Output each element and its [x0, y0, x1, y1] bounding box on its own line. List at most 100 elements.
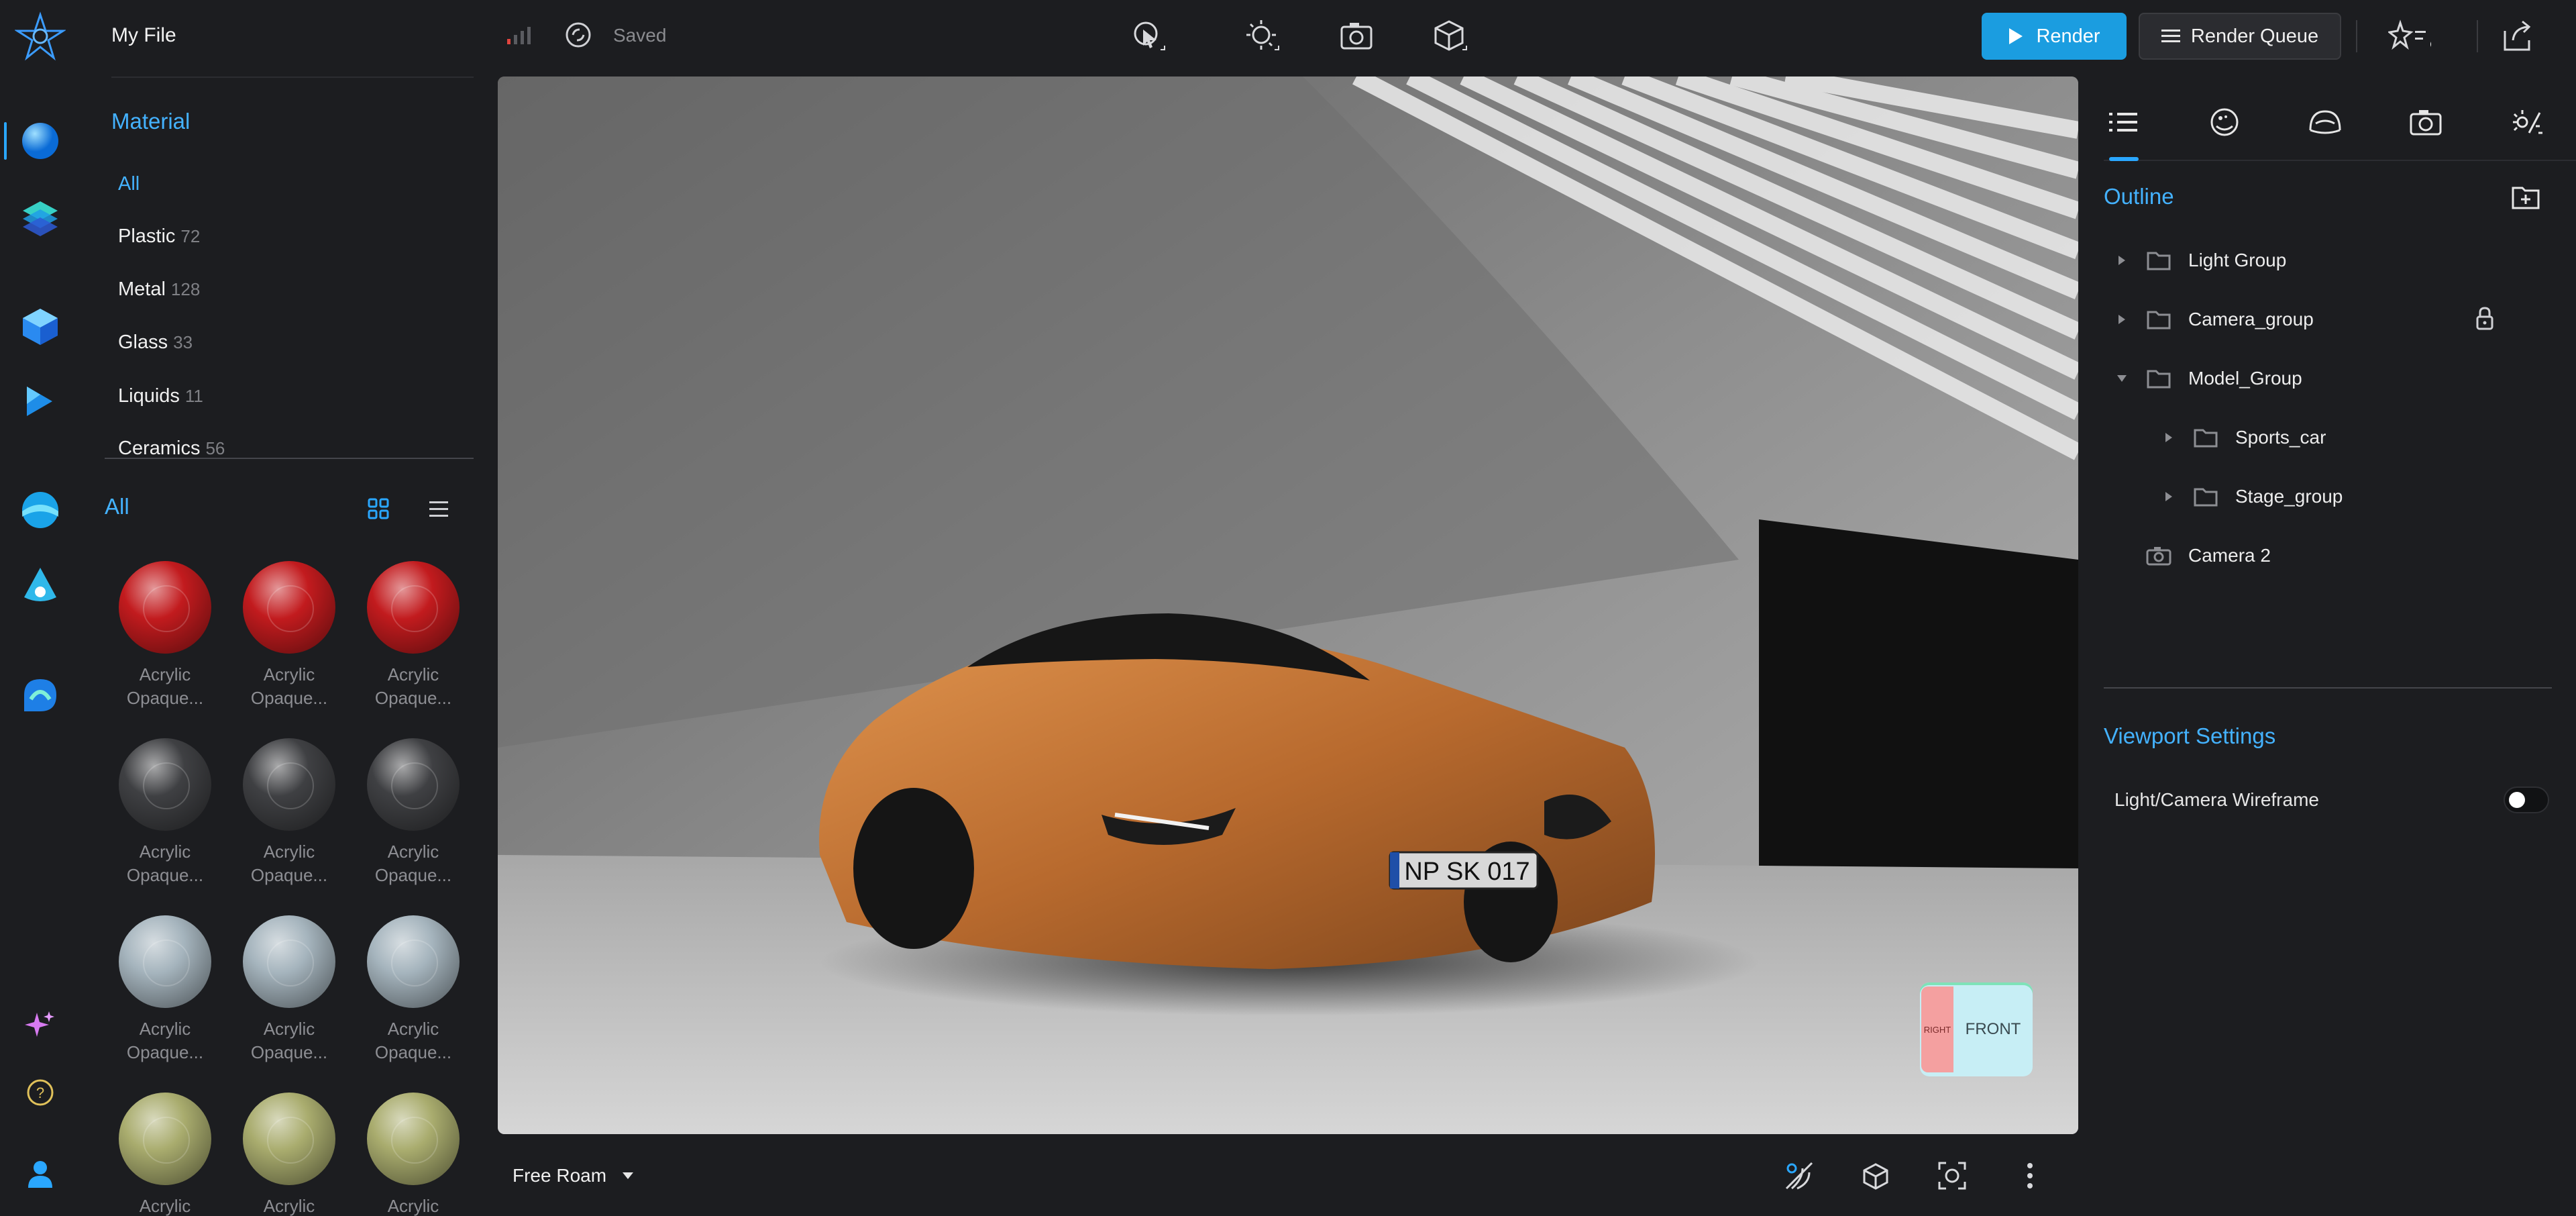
view-orientation-gizmo[interactable]: RIGHT FRONT — [1920, 982, 2033, 1076]
material-item[interactable]: AcrylicOpaque... — [229, 561, 350, 729]
material-name-line1: Acrylic — [263, 1019, 315, 1039]
tree-item-stage-group[interactable]: Stage_group — [2159, 476, 2343, 517]
material-name-line1: Acrylic — [387, 1019, 439, 1039]
assets-rail-icon[interactable] — [19, 674, 62, 717]
material-name-line1: Acrylic — [263, 1196, 315, 1216]
frame-selection-icon[interactable] — [1933, 1157, 1971, 1195]
transform-gizmo-icon[interactable] — [1857, 1157, 1894, 1195]
tab-scene-icon[interactable] — [2203, 101, 2246, 144]
tree-item-camera-2[interactable]: Camera 2 — [2112, 536, 2271, 576]
materials-rail-icon[interactable] — [19, 119, 62, 162]
ai-sparkle-icon[interactable] — [19, 1004, 62, 1047]
caret-right-icon[interactable] — [2112, 313, 2132, 325]
caret-right-icon[interactable] — [2159, 491, 2179, 503]
tree-item-label: Camera_group — [2188, 309, 2314, 330]
material-item[interactable]: AcrylicOpaque... — [353, 738, 474, 906]
material-label: AcrylicOpaque... — [105, 1195, 225, 1216]
tree-item-sports-car[interactable]: Sports_car — [2159, 417, 2326, 458]
right-panel: Outline Light Group Camera_group Model_G… — [2080, 72, 2576, 1216]
render-button[interactable]: Render — [1982, 13, 2127, 60]
select-tool-icon[interactable] — [1127, 15, 1170, 58]
tab-outline-icon[interactable] — [2102, 101, 2145, 144]
material-preview-sphere — [119, 915, 211, 1008]
panel-divider — [2104, 687, 2552, 689]
material-label: Acrylic Opaque... — [105, 840, 225, 887]
folder-icon — [2191, 482, 2220, 511]
rail-active-indicator — [4, 122, 7, 160]
tree-item-label: Sports_car — [2235, 427, 2326, 448]
add-group-icon[interactable] — [2509, 180, 2542, 213]
lock-icon[interactable] — [2471, 305, 2498, 332]
layers-rail-icon[interactable] — [19, 196, 62, 239]
tree-item-label: Model_Group — [2188, 368, 2302, 389]
tab-effects-icon[interactable] — [2505, 101, 2548, 144]
effects-toggle-icon[interactable] — [2388, 15, 2431, 58]
svg-text:?: ? — [36, 1084, 44, 1101]
caret-right-icon[interactable] — [2112, 254, 2132, 266]
models-rail-icon[interactable] — [19, 305, 62, 348]
active-tab-indicator — [2109, 157, 2139, 161]
tree-item-light-group[interactable]: Light Group — [2112, 240, 2286, 281]
viewport-settings-title: Viewport Settings — [2104, 723, 2276, 748]
navigation-mode-dropdown[interactable]: Free Roam — [513, 1165, 635, 1186]
app-logo-icon[interactable] — [13, 11, 67, 62]
file-title[interactable]: My File — [111, 24, 176, 47]
material-preview-sphere — [243, 915, 335, 1008]
animation-rail-icon[interactable] — [19, 380, 62, 423]
material-name-line2: Opaque... — [126, 865, 204, 885]
lighting-rail-icon[interactable] — [19, 564, 62, 607]
material-label: AcrylicOpaque... — [353, 1195, 474, 1216]
render-mode-icon[interactable] — [1780, 1157, 1818, 1195]
material-label: Acrylic Opaque... — [229, 1017, 350, 1064]
material-item[interactable]: Acrylic Opaque... — [105, 738, 225, 906]
list-icon — [2161, 30, 2180, 42]
tree-item-camera-group[interactable]: Camera_group — [2112, 299, 2314, 340]
material-item[interactable]: AcrylicOpaque... — [229, 1093, 350, 1216]
material-grid: Acrylic Opaque... Acrylic Opaque... Acrylic O… — [80, 72, 490, 1216]
more-options-icon[interactable] — [2011, 1157, 2049, 1195]
tree-item-model-group[interactable]: Model_Group — [2112, 358, 2302, 399]
share-export-icon[interactable] — [2496, 15, 2538, 58]
render-viewport[interactable]: NP SK 017 RIGHT FRONT — [498, 77, 2078, 1134]
material-item[interactable]: AcrylicOpaque... — [353, 915, 474, 1083]
tab-camera-icon[interactable] — [2404, 101, 2447, 144]
material-item[interactable]: AcrylicOpaque... — [229, 738, 350, 906]
material-name-line2: Opaque... — [126, 688, 204, 708]
environment-rail-icon[interactable] — [19, 489, 62, 531]
user-profile-icon[interactable] — [19, 1153, 62, 1196]
gizmo-right-face[interactable]: RIGHT — [1921, 986, 1953, 1072]
caret-right-icon[interactable] — [2159, 432, 2179, 444]
folder-icon — [2144, 246, 2174, 275]
material-name-line1: Acrylic — [387, 1196, 439, 1216]
wireframe-toggle[interactable] — [2504, 787, 2549, 813]
material-name-line2: Opaque... — [374, 688, 452, 708]
folder-icon — [2191, 423, 2220, 452]
material-name-line2: Opaque... — [250, 1042, 328, 1062]
caret-down-icon[interactable] — [2112, 374, 2132, 383]
help-icon[interactable]: ? — [19, 1071, 62, 1114]
light-tool-icon[interactable] — [1241, 15, 1284, 58]
material-item[interactable]: AcrylicOpaque... — [105, 915, 225, 1083]
folder-icon — [2144, 364, 2174, 393]
object-tool-icon[interactable] — [1429, 15, 1472, 58]
material-name-line1: Acrylic — [139, 842, 191, 862]
render-queue-label: Render Queue — [2190, 25, 2319, 47]
chevron-down-icon — [623, 1172, 634, 1179]
material-name-line2: Opaque... — [250, 865, 328, 885]
top-bar: My File Saved Render Render Queue — [80, 0, 2576, 72]
material-preview-sphere — [367, 915, 460, 1008]
camera-tool-icon[interactable] — [1335, 15, 1378, 58]
material-item[interactable]: Acrylic Opaque... — [229, 915, 350, 1083]
material-item[interactable]: AcrylicOpaque... — [353, 1093, 474, 1216]
tab-environment-icon[interactable] — [2304, 101, 2347, 144]
wireframe-setting-label: Light/Camera Wireframe — [2114, 789, 2319, 810]
material-name-line1: Acrylic — [387, 664, 439, 685]
gizmo-front-face[interactable]: FRONT — [1956, 986, 2030, 1072]
material-item[interactable]: AcrylicOpaque... — [105, 1093, 225, 1216]
tree-item-label: Light Group — [2188, 250, 2287, 270]
material-item[interactable]: AcrylicOpaque... — [105, 561, 225, 729]
material-label: AcrylicOpaque... — [229, 840, 350, 887]
material-preview-sphere — [119, 561, 211, 654]
material-item[interactable]: Acrylic Opaque... — [353, 561, 474, 729]
render-queue-button[interactable]: Render Queue — [2139, 13, 2341, 60]
